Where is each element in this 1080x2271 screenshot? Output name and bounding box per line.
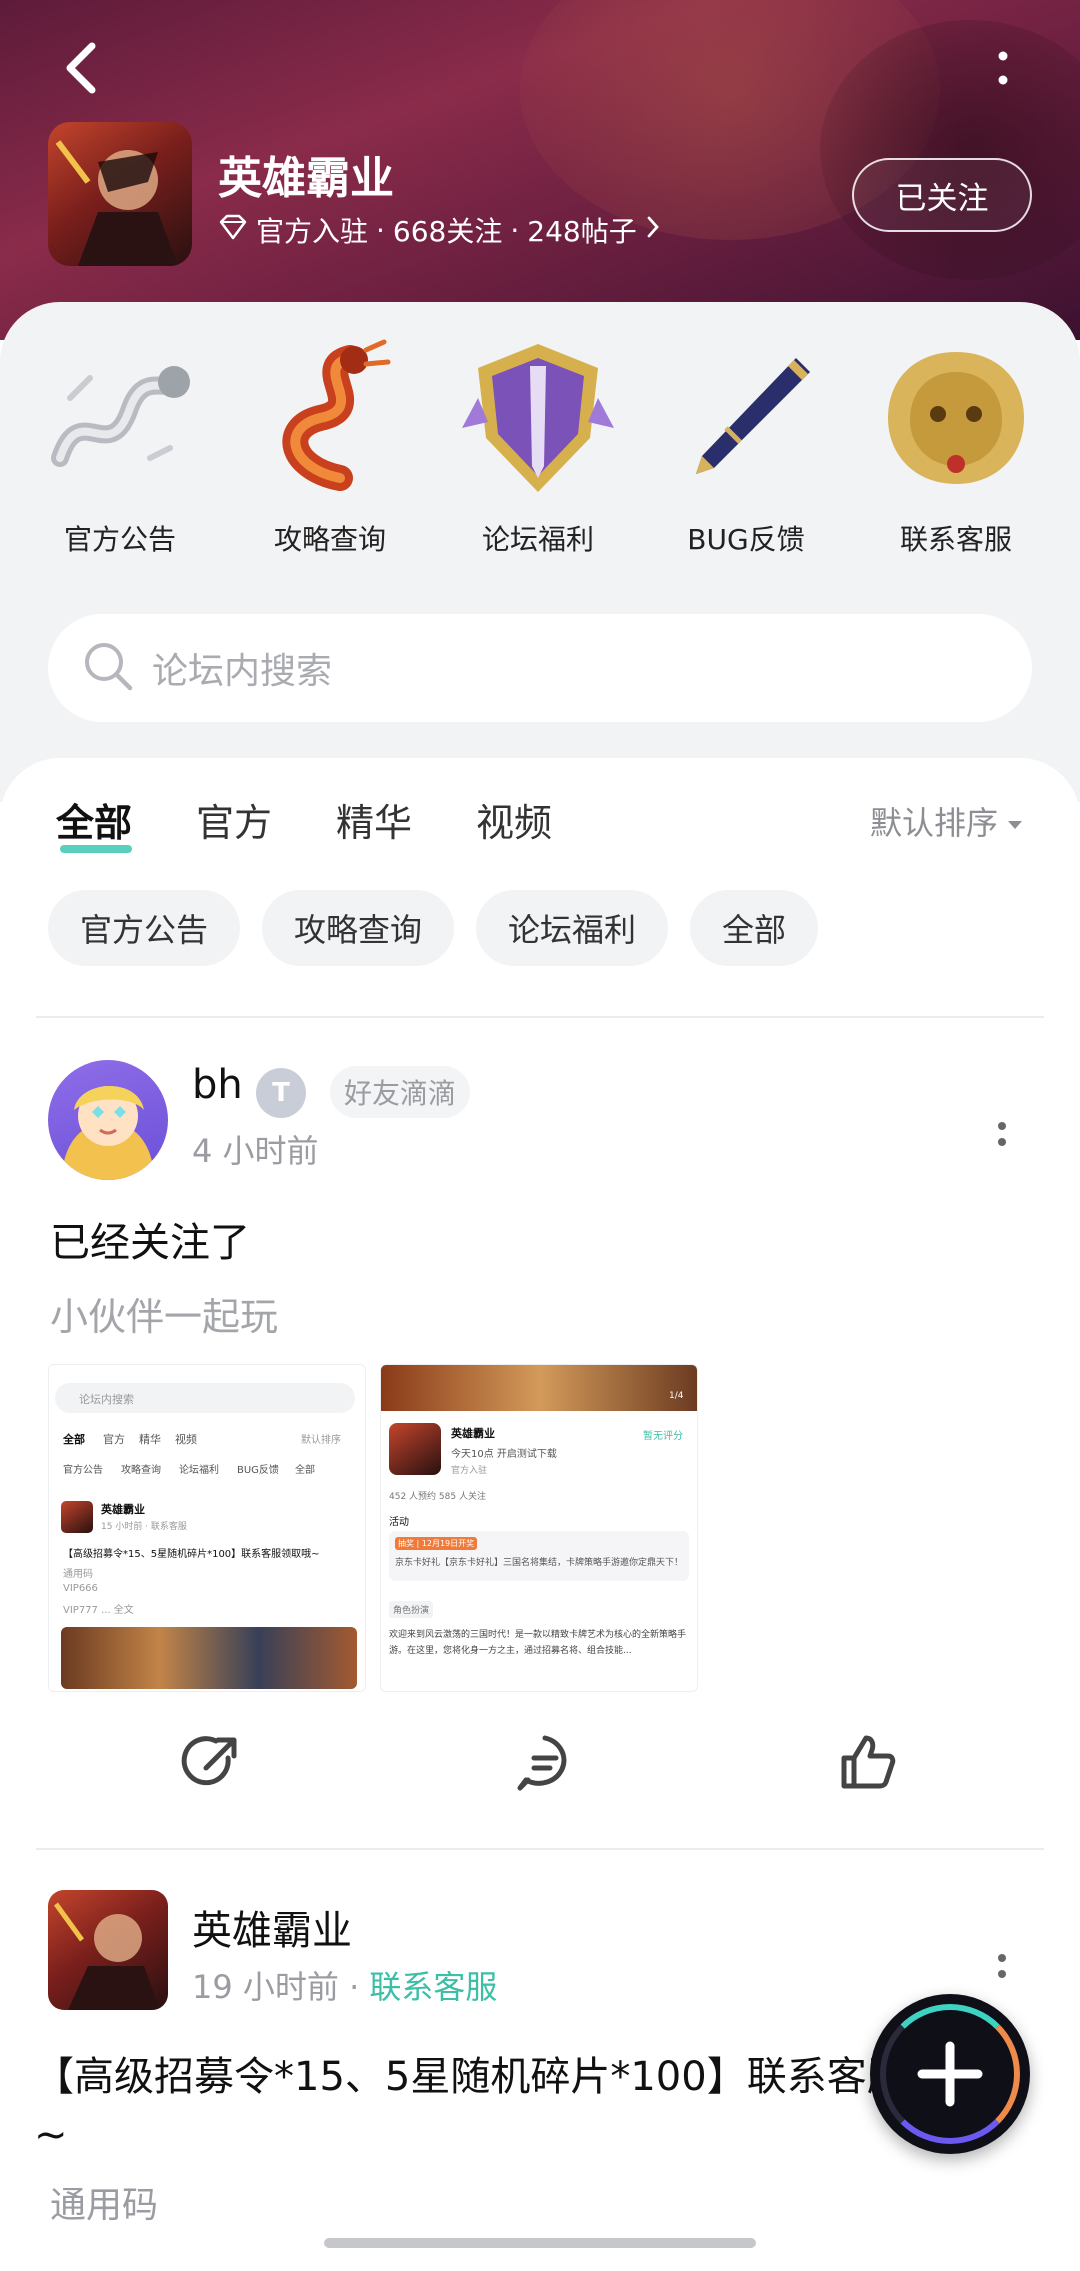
post-more-icon[interactable] [992,1950,1012,1990]
quick-entry-guide[interactable]: 攻略查询 [240,338,420,558]
avatar[interactable] [48,1060,168,1180]
silver-dragon-icon [40,338,200,498]
home-indicator[interactable] [324,2238,756,2248]
pen-icon [666,338,826,498]
comment-icon[interactable] [510,1728,580,1798]
chip-guide[interactable]: 攻略查询 [262,890,455,966]
chip-welfare[interactable]: 论坛福利 [476,890,669,966]
follow-button[interactable]: 已关注 [852,158,1032,232]
fire-dragon-icon [250,338,410,498]
user-tag: 好友滴滴 [330,1066,471,1118]
divider [36,1848,1044,1850]
followers-count: 668关注 [392,215,503,248]
feed-tabs: 全部 官方 精华 视频 [56,792,552,853]
like-icon[interactable] [832,1728,902,1798]
post-username[interactable]: 英雄霸业 [192,1898,352,1956]
post-body[interactable]: 通用码 [50,2176,158,2228]
caret-down-icon [1006,802,1024,840]
chevron-right-icon [645,214,661,247]
forum-header: 英雄霸业 官方入驻 · 668关注 · 248帖子 已关注 [0,0,1080,340]
post-more-icon[interactable] [992,1118,1012,1158]
category-chips: 官方公告 攻略查询 论坛福利 全部 [48,890,819,966]
post-title[interactable]: 已经关注了 [50,1210,250,1268]
quick-entry-welfare[interactable]: 论坛福利 [448,338,628,558]
avatar[interactable] [48,1890,168,2010]
forum-title: 英雄霸业 [218,153,394,204]
post-time-category: 19 小时前 · 联系客服 [192,1968,498,2006]
level-badge: T [256,1068,306,1118]
purple-emblem-icon [458,338,618,498]
forum-logo [48,122,192,266]
verified-label: 官方入驻 [256,215,369,248]
create-post-button[interactable] [870,1994,1030,2154]
post-username[interactable]: bh [192,1062,243,1108]
plus-icon [910,2034,990,2118]
sort-dropdown[interactable]: 默认排序 [870,798,1024,844]
back-icon[interactable] [52,36,112,100]
post-images: 论坛内搜索 全部 官方 精华 视频 默认排序 官方公告 攻略查询 论坛福利 BU… [48,1364,704,1692]
share-icon[interactable] [176,1728,246,1798]
more-options-icon[interactable] [988,44,1018,94]
tab-video[interactable]: 视频 [476,792,552,853]
forum-meta[interactable]: 官方入驻 · 668关注 · 248帖子 [218,210,661,250]
search-input[interactable]: 论坛内搜索 [48,614,1032,722]
tab-featured[interactable]: 精华 [336,792,412,853]
post-body[interactable]: 小伙伴一起玩 [50,1286,278,1341]
post-image-1[interactable]: 论坛内搜索 全部 官方 精华 视频 默认排序 官方公告 攻略查询 论坛福利 BU… [48,1364,366,1692]
post-image-2[interactable]: 1/4 英雄霸业 暂无评分 今天10点 开启测试下载 官方入驻 452 人预约 … [380,1364,698,1692]
quick-entry-customer-service[interactable]: 联系客服 [866,338,1046,558]
chip-all[interactable]: 全部 [690,890,819,966]
posts-count: 248帖子 [527,215,637,248]
search-icon [80,638,136,698]
diamond-icon [218,214,248,247]
search-placeholder: 论坛内搜索 [152,651,333,692]
divider [36,1016,1044,1018]
post-time: 4 小时前 [192,1132,319,1170]
quick-entry-panel: 官方公告 攻略查询 论坛福利 BUG反馈 联系客服 论坛内搜索 [0,302,1080,802]
tab-all[interactable]: 全部 [56,792,132,853]
post-category-link[interactable]: 联系客服 [369,1968,497,2006]
golden-lion-icon [876,338,1036,498]
post-actions [0,1728,1080,1798]
tab-official[interactable]: 官方 [196,792,272,853]
quick-entry-bug-report[interactable]: BUG反馈 [656,338,836,558]
chip-announcement[interactable]: 官方公告 [48,890,241,966]
quick-entry-announcement[interactable]: 官方公告 [30,338,210,558]
